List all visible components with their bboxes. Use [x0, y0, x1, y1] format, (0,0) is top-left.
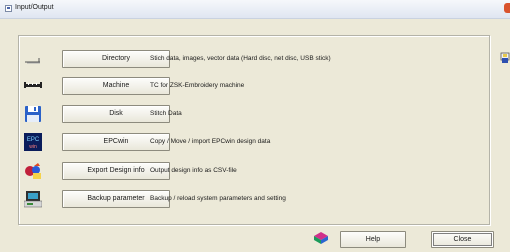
export-design-info-description: Output design info as CSV-file: [150, 167, 237, 174]
help-button[interactable]: Help: [340, 231, 406, 248]
backup-parameter-description: Backup / reload system parameters and se…: [150, 195, 286, 202]
row-disk: Disk Stitch Data: [24, 105, 484, 123]
close-button[interactable]: Close: [431, 231, 494, 248]
svg-text:win: win: [29, 144, 37, 150]
input-output-window: Input/Output Directory Stich data, image…: [0, 0, 510, 252]
epcwin-description: Copy / Move / import EPCwin design data: [150, 138, 271, 145]
window-close-icon[interactable]: [504, 3, 510, 13]
svg-text:EPC: EPC: [27, 137, 40, 143]
disk-description: Stitch Data: [150, 110, 182, 117]
row-epcwin: EPC win EPCwin Copy / Move / import EPCw…: [24, 133, 484, 151]
window-icon: [5, 5, 12, 12]
row-backup-parameter: Backup parameter Backup / reload system …: [24, 190, 484, 208]
help-book-icon: [314, 232, 328, 244]
directory-icon: [25, 58, 40, 64]
window-title: Input/Output: [15, 4, 54, 11]
machine-description: TC for ZSK-Embroidery machine: [150, 82, 245, 89]
machine-icon: [24, 82, 42, 88]
backup-icon: [24, 191, 42, 208]
row-directory: Directory Stich data, images, vector dat…: [24, 50, 484, 68]
export-design-icon: [25, 163, 41, 179]
side-tool-icon[interactable]: [500, 52, 510, 64]
row-export-design-info: Export Design info Output design info as…: [24, 162, 484, 180]
directory-description: Stich data, images, vector data (Hard di…: [150, 55, 331, 62]
floppy-disk-icon: [25, 106, 41, 122]
title-bar[interactable]: Input/Output: [0, 0, 510, 19]
epcwin-icon: EPC win: [24, 133, 42, 151]
row-machine: Machine TC for ZSK-Embroidery machine: [24, 77, 484, 95]
